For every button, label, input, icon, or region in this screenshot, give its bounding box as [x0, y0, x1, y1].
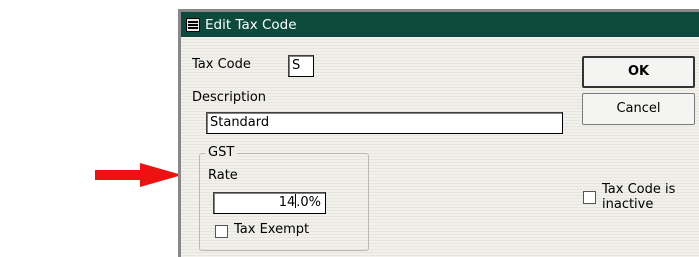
- arrow-shaft: [95, 170, 145, 180]
- red-arrow-icon: [140, 163, 182, 187]
- dialog-body: Tax Code S Description Standard GST Rate…: [181, 37, 699, 257]
- inactive-checkbox[interactable]: [583, 191, 596, 204]
- cancel-button[interactable]: Cancel: [582, 93, 695, 125]
- rate-value-before-caret: 14: [278, 195, 296, 210]
- title-bar[interactable]: Edit Tax Code: [181, 12, 699, 37]
- window-title: Edit Tax Code: [205, 16, 297, 33]
- ok-button[interactable]: OK: [582, 56, 695, 88]
- rate-input[interactable]: 14.0%: [213, 192, 326, 214]
- tax-code-label: Tax Code: [192, 57, 251, 72]
- gst-group-label: GST: [205, 145, 238, 160]
- inactive-label[interactable]: Tax Code is inactive: [602, 182, 675, 212]
- description-label: Description: [192, 90, 267, 105]
- rate-value-after-caret: .0%: [296, 195, 321, 210]
- tax-exempt-label[interactable]: Tax Exempt: [234, 222, 309, 237]
- tax-exempt-checkbox[interactable]: [215, 225, 228, 238]
- tax-code-input[interactable]: S: [288, 55, 314, 77]
- inactive-label-line1: Tax Code is: [602, 182, 676, 197]
- document-icon[interactable]: [186, 17, 200, 32]
- description-input[interactable]: Standard: [206, 112, 563, 134]
- rate-label: Rate: [208, 168, 238, 183]
- inactive-label-line2: inactive: [602, 197, 654, 212]
- edit-tax-code-dialog: Edit Tax Code Tax Code S Description Sta…: [178, 9, 699, 257]
